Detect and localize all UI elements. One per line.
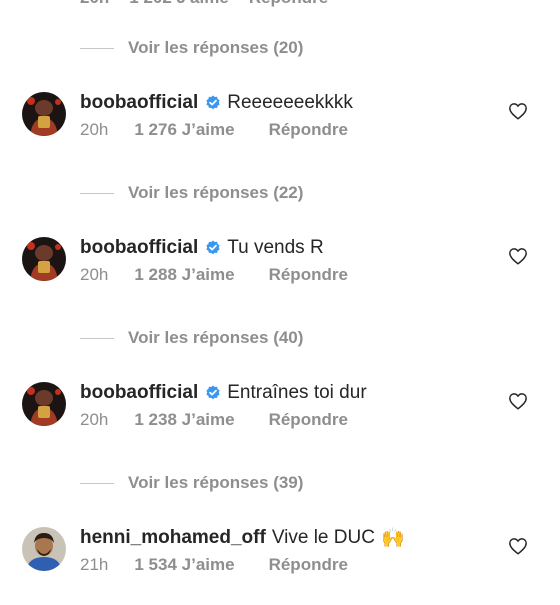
comment-line: henni_mohamed_off Vive le DUC 🙌 (80, 525, 405, 551)
comment-item: boobaofficial Tu vends R 20h 1 288 J’aim… (0, 235, 560, 315)
comment-time: 20h (80, 0, 109, 12)
reply-button[interactable]: Répondre (249, 0, 328, 12)
view-replies-text[interactable]: Voir les réponses (22) (128, 183, 303, 203)
comment-meta: 21h 1 534 J’aime Répondre (80, 553, 348, 577)
view-replies-link[interactable]: Voir les réponses (20) (80, 35, 303, 61)
comment-line: boobaofficial Entraînes toi dur (80, 380, 367, 406)
avatar[interactable] (22, 237, 66, 281)
avatar[interactable] (22, 92, 66, 136)
comment-text: Entraînes toi dur (227, 382, 367, 403)
comment-likes[interactable]: 1 202 J'aime (129, 0, 229, 12)
comment-meta: 20h 1 288 J’aime Répondre (80, 263, 348, 287)
comment-text: Vive le DUC (271, 527, 375, 548)
comment-line: boobaofficial Tu vends R (80, 235, 324, 261)
username[interactable]: boobaofficial (80, 92, 198, 114)
username[interactable]: henni_mohamed_off (80, 527, 266, 549)
comment-item: henni_mohamed_off Vive le DUC 🙌 21h 1 53… (0, 525, 560, 605)
view-replies-text[interactable]: Voir les réponses (39) (128, 473, 303, 493)
avatar[interactable] (22, 382, 66, 426)
comment-time: 20h (80, 265, 109, 284)
view-replies-text[interactable]: Voir les réponses (40) (128, 328, 303, 348)
comment-meta: 20h 1 276 J’aime Répondre (80, 118, 348, 142)
verified-badge-icon (205, 95, 221, 111)
username[interactable]: boobaofficial (80, 237, 198, 259)
reply-button[interactable]: Répondre (269, 555, 348, 575)
replies-divider (80, 482, 114, 484)
replies-divider (80, 192, 114, 194)
heart-icon[interactable] (508, 537, 528, 555)
verified-badge-icon (205, 385, 221, 401)
reply-button[interactable]: Répondre (269, 120, 348, 140)
comment-item: boobaofficial Entraînes toi dur 20h 1 23… (0, 380, 560, 460)
reply-button[interactable]: Répondre (269, 410, 348, 430)
reply-button[interactable]: Répondre (269, 265, 348, 285)
comment-likes[interactable]: 1 238 J’aime (134, 410, 234, 430)
view-replies-link[interactable]: Voir les réponses (22) (80, 180, 303, 206)
view-replies-link[interactable]: Voir les réponses (39) (80, 470, 303, 496)
comment-time: 20h (80, 120, 109, 139)
replies-divider (80, 337, 114, 339)
comment-time: 20h (80, 410, 109, 429)
comment-likes[interactable]: 1 288 J’aime (134, 265, 234, 285)
comment-text: Reeeeeeekkkk (227, 92, 353, 113)
raising-hands-emoji-icon: 🙌 (380, 528, 405, 549)
comment-line: boobaofficial Reeeeeeekkkk (80, 90, 353, 116)
verified-badge-icon (205, 240, 221, 256)
partial-comment-meta: 20h 1 202 J'aime Répondre (80, 0, 328, 12)
heart-icon[interactable] (508, 102, 528, 120)
comment-meta: 20h 1 238 J’aime Répondre (80, 408, 348, 432)
comment-likes[interactable]: 1 534 J’aime (134, 555, 234, 575)
view-replies-link[interactable]: Voir les réponses (40) (80, 325, 303, 351)
comment-likes[interactable]: 1 276 J’aime (134, 120, 234, 140)
replies-divider (80, 47, 114, 49)
username[interactable]: boobaofficial (80, 382, 198, 404)
comment-time: 21h (80, 555, 109, 574)
heart-icon[interactable] (508, 247, 528, 265)
heart-icon[interactable] (508, 392, 528, 410)
comment-text: Tu vends R (227, 237, 324, 258)
avatar[interactable] (22, 527, 66, 571)
view-replies-text[interactable]: Voir les réponses (20) (128, 38, 303, 58)
comment-item: boobaofficial Reeeeeeekkkk 20h 1 276 J’a… (0, 90, 560, 170)
